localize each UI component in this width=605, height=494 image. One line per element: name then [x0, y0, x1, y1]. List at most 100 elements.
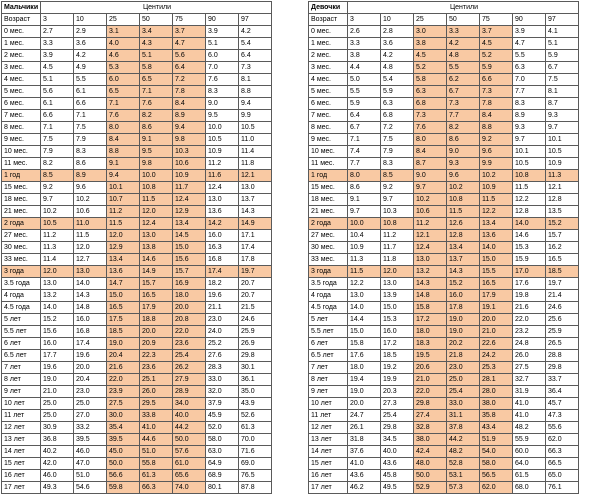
weight-cell: 8.4	[172, 97, 206, 110]
weight-cell: 9.4	[106, 169, 140, 182]
age-cell: 11 мес.	[1, 157, 41, 170]
weight-cell: 29.8	[238, 349, 272, 362]
weight-cell: 11.5	[512, 181, 546, 194]
weight-cell: 26.2	[172, 361, 206, 374]
weight-cell: 34.0	[172, 397, 206, 410]
table-row: 8 лет 19.0 20.4 22.0 25.1 27.9 33.0 36.1	[1, 373, 272, 386]
weight-cell: 13.4	[446, 241, 480, 254]
weight-cell: 25.4	[172, 349, 206, 362]
weight-cell: 27.0	[73, 409, 107, 422]
weight-cell: 10.8	[380, 217, 414, 230]
weight-cell: 6.0	[205, 49, 239, 62]
weight-cell: 50.0	[172, 433, 206, 446]
weight-cell: 12.4	[139, 217, 173, 230]
age-cell: 8 лет	[308, 373, 348, 386]
weight-cell: 5.9	[545, 49, 579, 62]
weight-cell: 7.6	[106, 109, 140, 122]
weight-cell: 19.9	[380, 373, 414, 386]
weight-cell: 7.6	[139, 97, 173, 110]
weight-cell: 5.2	[479, 49, 513, 62]
weight-cell: 4.4	[347, 61, 381, 74]
table-row: 2 мес. 3.8 4.2 4.5 4.8 5.2 5.5 5.9	[308, 49, 579, 62]
weight-cell: 14.3	[446, 265, 480, 278]
age-cell: 6 лет	[1, 337, 41, 350]
weight-cell: 20.4	[73, 373, 107, 386]
weight-cell: 40.0	[172, 409, 206, 422]
boys-title: Мальчики	[1, 1, 41, 14]
weight-cell: 13.0	[205, 193, 239, 206]
weight-cell: 19.7	[545, 277, 579, 290]
weight-cell: 54.6	[73, 481, 107, 494]
weight-cell: 4.8	[380, 61, 414, 74]
weight-cell: 9.7	[347, 205, 381, 218]
table-row: 2 года 10.0 10.8 11.2 12.6 13.4 14.0 15.2	[308, 217, 579, 230]
weight-cell: 50.0	[106, 457, 140, 470]
weight-cell: 16.8	[73, 325, 107, 338]
table-row: 0 мес. 2.6 2.8 3.0 3.3 3.7 3.9 4.1	[308, 25, 579, 38]
boys-centiles-header: Центили	[40, 1, 272, 14]
weight-cell: 43.6	[347, 469, 381, 482]
age-cell: 11 лет	[1, 409, 41, 422]
weight-cell: 33.0	[205, 373, 239, 386]
age-cell: 9 лет	[1, 385, 41, 398]
weight-cell: 5.9	[479, 61, 513, 74]
weight-cell: 9.4	[238, 97, 272, 110]
weight-cell: 27.6	[205, 349, 239, 362]
weight-cell: 45.0	[106, 445, 140, 458]
weight-cell: 12.1	[545, 181, 579, 194]
weight-cell: 39.5	[106, 433, 140, 446]
weight-cell: 8.5	[40, 169, 74, 182]
weight-cell: 63.0	[205, 445, 239, 458]
boys-col-header: 50	[139, 13, 173, 26]
table-row: 18 мес. 9.1 9.7 10.2 10.8 11.5 12.2 12.8	[308, 193, 579, 206]
table-row: 2 года 10.5 11.0 11.5 12.4 13.4 14.2 14.9	[1, 217, 272, 230]
weight-cell: 15.2	[40, 313, 74, 326]
weight-cell: 13.8	[139, 241, 173, 254]
age-cell: 18 мес.	[1, 193, 41, 206]
weight-cell: 15.6	[172, 253, 206, 266]
weight-cell: 13.0	[238, 181, 272, 194]
weight-cell: 19.6	[205, 289, 239, 302]
girls-table-body: Девочки Центили Возраст 3 10 25 50 75 90…	[308, 1, 579, 494]
weight-cell: 11.7	[172, 181, 206, 194]
weight-cell: 38.0	[479, 397, 513, 410]
weight-cell: 64.9	[205, 457, 239, 470]
weight-cell: 21.1	[205, 301, 239, 314]
weight-cell: 15.6	[40, 325, 74, 338]
table-row: 4 мес. 5.0 5.4 5.8 6.2 6.6 7.0 7.5	[308, 73, 579, 86]
weight-cell: 8.3	[512, 97, 546, 110]
weight-cell: 19.0	[106, 337, 140, 350]
weight-cell: 46.2	[347, 481, 381, 494]
age-cell: 5 мес.	[1, 85, 41, 98]
weight-cell: 6.1	[40, 97, 74, 110]
weight-cell: 11.7	[380, 241, 414, 254]
age-cell: 9 мес.	[308, 133, 348, 146]
weight-cell: 12.8	[512, 205, 546, 218]
weight-cell: 8.3	[380, 157, 414, 170]
weight-cell: 12.4	[413, 241, 447, 254]
table-row: 10 мес. 7.9 8.3 8.8 9.5 10.3 10.9 11.4	[1, 145, 272, 158]
table-row: 16 лет 43.6 45.8 50.0 53.1 56.5 61.5 65.0	[308, 469, 579, 482]
table-row: 13 лет 36.8 39.5 39.5 44.6 50.0 58.0 70.0	[1, 433, 272, 446]
weight-cell: 26.0	[139, 385, 173, 398]
weight-cell: 25.0	[446, 373, 480, 386]
weight-cell: 62.0	[545, 433, 579, 446]
weight-cell: 15.7	[172, 265, 206, 278]
weight-cell: 4.5	[40, 61, 74, 74]
weight-cell: 44.2	[172, 421, 206, 434]
weight-cell: 9.9	[238, 109, 272, 122]
weight-cell: 28.9	[172, 385, 206, 398]
weight-cell: 9.7	[512, 133, 546, 146]
weight-cell: 3.6	[380, 37, 414, 50]
weight-cell: 17.4	[205, 265, 239, 278]
weight-cell: 27.5	[512, 361, 546, 374]
weight-cell: 25.6	[545, 313, 579, 326]
weight-cell: 55.9	[512, 433, 546, 446]
age-cell: 18 мес.	[308, 193, 348, 206]
weight-cell: 6.8	[380, 109, 414, 122]
table-row: 15 лет 42.0 47.0 50.0 55.8 61.0 64.9 69.0	[1, 457, 272, 470]
weight-cell: 5.5	[73, 73, 107, 86]
age-cell: 4 мес.	[308, 73, 348, 86]
weight-cell: 3.1	[106, 25, 140, 38]
weight-cell: 8.4	[479, 109, 513, 122]
